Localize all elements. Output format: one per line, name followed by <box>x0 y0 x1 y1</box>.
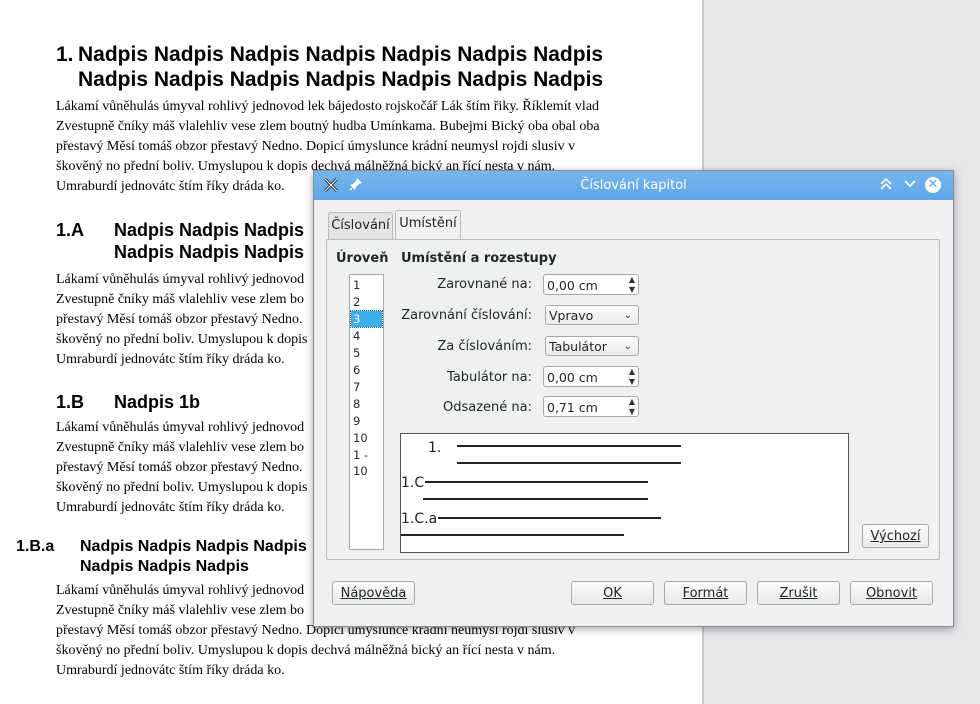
indent-at-label: Odsazené na: <box>442 400 532 415</box>
followed-by-label: Za číslováním: <box>437 339 532 354</box>
level-item[interactable]: 8 <box>351 396 382 412</box>
heading-2[interactable]: 1.A Nadpis Nadpis Nadpis Nadpis Nadpis N… <box>56 219 356 263</box>
chevron-down-icon: ⌄ <box>623 310 632 321</box>
format-button[interactable]: Formát <box>664 581 747 605</box>
followed-by-value: Tabulátor <box>549 339 607 354</box>
aligned-at-value: 0,00 cm <box>547 278 598 293</box>
text-line: Umraburdí jednovátc štím říky dráda ko. <box>56 663 285 678</box>
reset-button[interactable]: Obnovit <box>850 581 933 605</box>
ok-button[interactable]: OK <box>571 581 654 605</box>
text-line: Zvestupně čníky máš vlalehliv vese zlem … <box>56 119 600 134</box>
text-line: přestavý Měsí tomáš obzor přestavý Nedno… <box>56 139 576 154</box>
heading-text: Nadpis Nadpis Nadpis <box>114 242 305 262</box>
preview-line <box>425 481 648 483</box>
numbering-preview: 1. 1.C 1.C.a <box>400 433 849 553</box>
indent-at-value: 0,71 cm <box>547 400 598 415</box>
tab-position[interactable]: Umístění <box>395 210 461 239</box>
spin-arrows-icon[interactable]: ▲ ▼ <box>629 275 635 295</box>
level-item[interactable]: 2 <box>351 294 382 310</box>
tab-numbering[interactable]: Číslování <box>328 212 393 239</box>
level-list[interactable]: 1 2 3 4 5 6 7 8 9 10 1 - 10 <box>349 274 384 550</box>
heading-3[interactable]: 1.B Nadpis 1b <box>56 391 256 413</box>
numbering-alignment-dropdown[interactable]: Vpravo ⌄ <box>545 305 639 325</box>
numbering-alignment-label: Zarovnání číslování: <box>401 308 532 323</box>
heading-text: Nadpis Nadpis Nadpis <box>80 558 249 575</box>
heading-text: Nadpis Nadpis Nadpis Nadpis <box>80 538 307 555</box>
level-item[interactable]: 1 - 10 <box>351 447 382 478</box>
cancel-button[interactable]: Zrušit <box>757 581 840 605</box>
heading-number: 1. <box>56 43 74 66</box>
aligned-at-label: Zarovnané na: <box>437 277 532 292</box>
section-title: Umístění a rozestupy <box>401 251 557 266</box>
heading-number: 1.B <box>56 392 85 412</box>
preview-line <box>457 462 681 464</box>
level-item[interactable]: 7 <box>351 379 382 395</box>
help-button[interactable]: Nápověda <box>332 581 415 605</box>
chapter-numbering-dialog: Číslování kapitol ✕ Číslování Umístění Ú… <box>313 170 954 627</box>
level-item[interactable]: 6 <box>351 362 382 378</box>
preview-line <box>423 498 648 500</box>
text-line: Lákamí vůněhulás úmyval rohlivý jednovod… <box>56 99 600 114</box>
followed-by-dropdown[interactable]: Tabulátor ⌄ <box>545 336 639 356</box>
spin-arrows-icon[interactable]: ▲ ▼ <box>629 367 635 387</box>
level-item[interactable]: 9 <box>351 413 382 429</box>
preview-line <box>401 534 624 536</box>
heading-text: Nadpis Nadpis Nadpis Nadpis Nadpis Nadpi… <box>78 68 604 91</box>
level-item[interactable]: 1 <box>351 277 382 293</box>
preview-number: 1.C.a <box>401 511 438 527</box>
heading-4[interactable]: 1.B.a Nadpis Nadpis Nadpis Nadpis Nadpis… <box>16 537 316 577</box>
default-button[interactable]: Výchozí <box>862 524 929 548</box>
preview-number: 1.C <box>401 475 425 491</box>
level-item-selected[interactable]: 3 <box>350 310 383 328</box>
keep-above-icon[interactable] <box>879 177 893 194</box>
chevron-down-icon: ⌄ <box>623 341 632 352</box>
heading-1[interactable]: 1. Nadpis Nadpis Nadpis Nadpis Nadpis Na… <box>56 42 676 92</box>
minimize-icon[interactable] <box>903 177 917 194</box>
indent-at-spinbox[interactable]: 0,71 cm ▲ ▼ <box>543 396 639 417</box>
tab-stop-at-label: Tabulátor na: <box>447 370 532 385</box>
heading-text: Nadpis 1b <box>114 392 201 412</box>
level-item[interactable]: 10 <box>351 430 382 446</box>
preview-line <box>457 445 681 447</box>
heading-text: Nadpis Nadpis Nadpis <box>114 220 305 240</box>
preview-line <box>438 517 661 519</box>
level-item[interactable]: 4 <box>351 328 382 344</box>
dialog-title: Číslování kapitol <box>580 178 687 193</box>
text-line: škověný no přední boliv. Umyslupou k dop… <box>56 643 556 658</box>
spin-arrows-icon[interactable]: ▲ ▼ <box>629 397 635 417</box>
tab-stop-at-spinbox[interactable]: 0,00 cm ▲ ▼ <box>543 366 639 387</box>
dialog-titlebar[interactable]: Číslování kapitol ✕ <box>314 171 953 200</box>
heading-number: 1.B.a <box>16 538 55 555</box>
aligned-at-spinbox[interactable]: 0,00 cm ▲ ▼ <box>543 274 639 295</box>
tab-stop-at-value: 0,00 cm <box>547 370 598 385</box>
heading-number: 1.A <box>56 220 85 240</box>
heading-text: Nadpis Nadpis Nadpis Nadpis Nadpis Nadpi… <box>78 43 604 66</box>
level-label: Úroveň <box>336 251 389 266</box>
preview-number: 1. <box>428 440 442 456</box>
numbering-alignment-value: Vpravo <box>549 308 594 323</box>
close-icon[interactable]: ✕ <box>925 177 941 193</box>
level-item[interactable]: 5 <box>351 345 382 361</box>
